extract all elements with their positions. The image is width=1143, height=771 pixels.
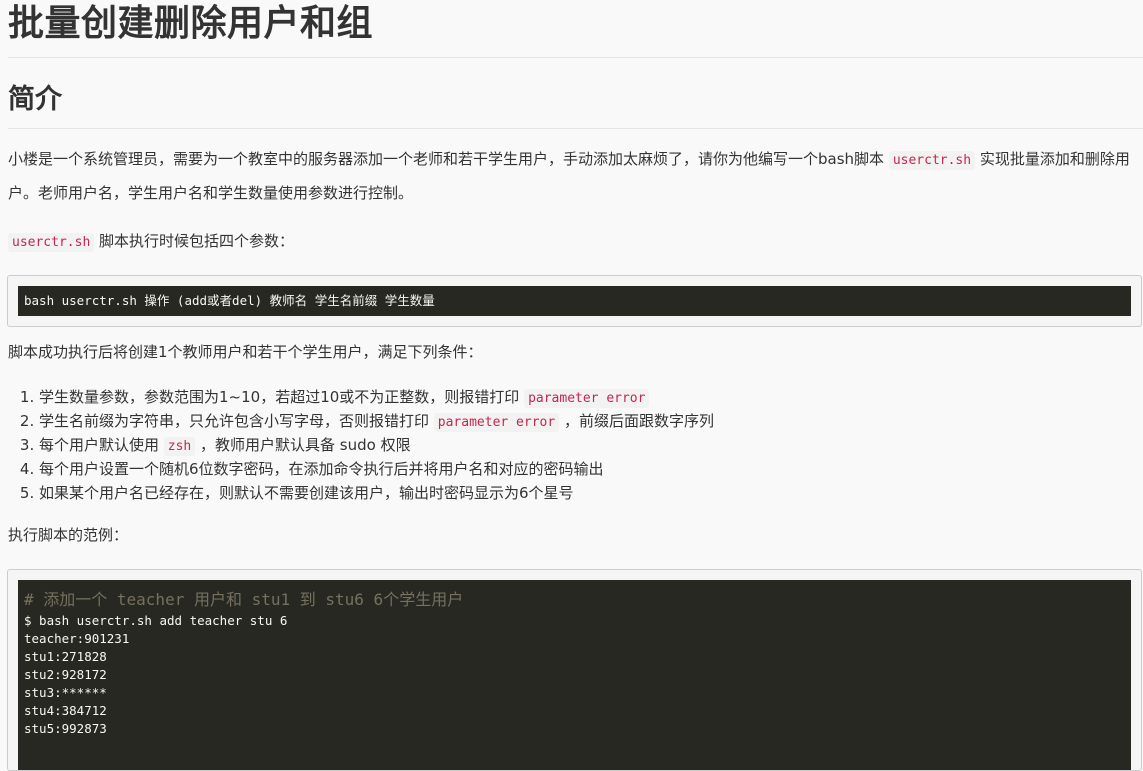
code-comment-line: # 添加一个 teacher 用户和 stu1 到 stu6 6个学生用户 <box>24 590 464 609</box>
section-heading-intro: 简介 <box>8 84 62 115</box>
condition-item: 每个用户设置一个随机6位数字密码，在添加命令执行后并将用户名和对应的密码输出 <box>39 457 714 481</box>
condition-item: 如果某个用户名已经存在，则默认不需要创建该用户，输出时密码显示为6个星号 <box>39 481 714 505</box>
example-code-box: # 添加一个 teacher 用户和 stu1 到 stu6 6个学生用户 $ … <box>7 569 1142 771</box>
params-paragraph: userctr.sh 脚本执行时候包括四个参数： <box>8 225 1139 259</box>
intro-text-1: 小楼是一个系统管理员，需要为一个教室中的服务器添加一个老师和若干学生用户，手动添… <box>8 150 889 168</box>
usage-code-block: bash userctr.sh 操作 (add或者del) 教师名 学生名前缀 … <box>18 286 1131 316</box>
usage-code-box: bash userctr.sh 操作 (add或者del) 教师名 学生名前缀 … <box>7 275 1142 327</box>
document-page: 批量创建删除用户和组 简介 小楼是一个系统管理员，需要为一个教室中的服务器添加一… <box>0 0 1143 771</box>
code-line: stu3:****** <box>24 685 107 700</box>
condition-inline-code: parameter error <box>433 413 560 432</box>
code-line: stu4:384712 <box>24 703 107 718</box>
code-line: $ bash userctr.sh add teacher stu 6 <box>24 613 288 628</box>
code-line: stu2:928172 <box>24 667 107 682</box>
params-inline-code: userctr.sh <box>8 233 95 252</box>
condition-item: 学生名前缀为字符串，只允许包含小写字母，否则报错打印 parameter err… <box>39 409 714 433</box>
intro-inline-code: userctr.sh <box>888 151 976 170</box>
example-intro: 执行脚本的范例： <box>8 526 129 544</box>
conditions-intro: 脚本成功执行后将创建1个教师用户和若干个学生用户，满足下列条件： <box>8 343 483 361</box>
title-divider <box>8 57 1143 58</box>
condition-item: 每个用户默认使用 zsh ，教师用户默认具备 sudo 权限 <box>39 433 714 457</box>
condition-inline-code: zsh <box>163 437 196 456</box>
code-line: teacher:901231 <box>24 631 130 646</box>
code-line: stu1:271828 <box>24 649 107 664</box>
page-title: 批量创建删除用户和组 <box>8 3 374 44</box>
usage-code-line: bash userctr.sh 操作 (add或者del) 教师名 学生名前缀 … <box>24 293 435 308</box>
intro-paragraph: 小楼是一个系统管理员，需要为一个教室中的服务器添加一个老师和若干学生用户，手动添… <box>8 143 1139 210</box>
section-divider <box>8 128 1143 129</box>
code-line: stu5:992873 <box>24 721 107 736</box>
params-text: 脚本执行时候包括四个参数： <box>94 232 295 250</box>
example-code-block: # 添加一个 teacher 用户和 stu1 到 stu6 6个学生用户 $ … <box>18 580 1131 770</box>
conditions-list: 学生数量参数，参数范围为1~10，若超过10或不为正整数，则报错打印 param… <box>8 385 714 505</box>
condition-item: 学生数量参数，参数范围为1~10，若超过10或不为正整数，则报错打印 param… <box>39 385 714 409</box>
condition-inline-code: parameter error <box>524 389 650 408</box>
